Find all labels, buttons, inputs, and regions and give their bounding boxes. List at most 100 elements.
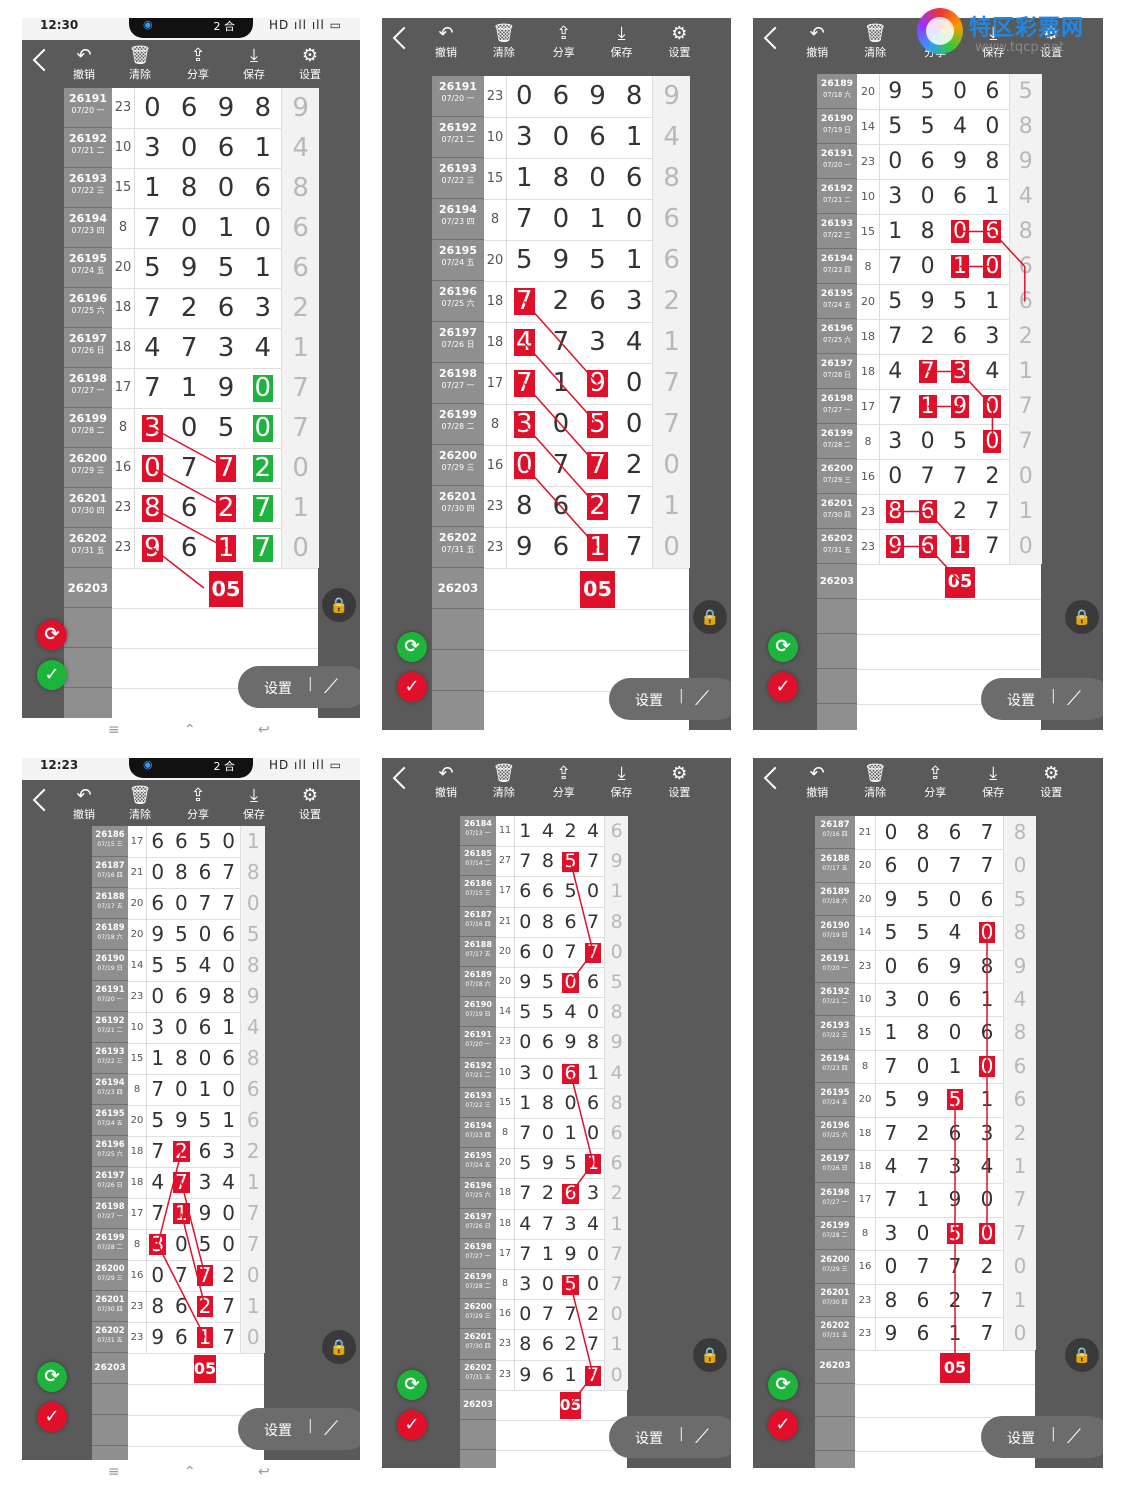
marked-digit[interactable]: 6 <box>983 220 1002 243</box>
last-digit-cell[interactable]: 1 <box>604 1329 628 1360</box>
refresh-button[interactable]: ⟳ <box>397 1370 427 1400</box>
digit-cell[interactable]: 1 <box>170 1198 194 1229</box>
marked-digit[interactable]: 0 <box>983 430 1002 453</box>
digit-cell[interactable]: 5 <box>559 846 582 876</box>
digit-cell[interactable]: 8 <box>537 846 560 876</box>
digit-cell[interactable]: 1 <box>616 117 653 158</box>
digit-cell[interactable]: 6 <box>543 76 580 117</box>
last-digit-cell[interactable]: 0 <box>1003 1317 1036 1351</box>
last-digit-cell[interactable]: 7 <box>1003 1216 1036 1251</box>
digit-cell[interactable]: 0 <box>537 937 560 967</box>
digit-cell[interactable]: 2 <box>616 445 653 486</box>
last-digit-cell[interactable]: 8 <box>652 158 690 199</box>
last-digit-cell[interactable]: 8 <box>604 906 628 937</box>
toolbar-trash-button[interactable]: 🗑 清除 <box>481 24 527 60</box>
last-digit-cell[interactable]: 7 <box>604 1238 628 1269</box>
last-digit-cell[interactable]: 0 <box>240 1322 265 1353</box>
digit-cell[interactable]: 6 <box>907 950 939 983</box>
digit-cell[interactable]: 5 <box>537 997 560 1027</box>
toolbar-save-button[interactable]: ⤓ 保存 <box>599 24 645 60</box>
digit-cell[interactable]: 8 <box>911 214 943 249</box>
digit-cell[interactable]: 7 <box>217 1291 241 1322</box>
digit-cell[interactable]: 1 <box>217 1105 241 1136</box>
marked-digit[interactable]: 1 <box>196 1327 214 1348</box>
draw-mode-button[interactable]: ✓ <box>768 1410 798 1440</box>
digit-cell[interactable]: 0 <box>939 1016 971 1049</box>
digit-cell[interactable]: 3 <box>582 1178 605 1208</box>
digit-cell[interactable]: 0 <box>171 208 208 248</box>
digit-cell[interactable]: 0 <box>514 1299 537 1329</box>
last-digit-cell[interactable]: 1 <box>604 1208 628 1239</box>
digit-cell[interactable]: 0 <box>971 916 1003 949</box>
marked-digit[interactable]: 0 <box>978 922 996 944</box>
refresh-button[interactable]: ⟳ <box>37 620 67 650</box>
digit-cell[interactable]: 7 <box>579 445 616 486</box>
marked-digit[interactable]: 0 <box>983 395 1002 418</box>
last-digit-cell[interactable]: 1 <box>240 1167 265 1198</box>
digit-cell[interactable]: 2 <box>579 486 616 527</box>
digit-cell[interactable]: 0 <box>146 1260 170 1291</box>
digit-cell[interactable]: 0 <box>907 849 939 882</box>
digit-cell[interactable]: 3 <box>616 281 653 322</box>
toolbar-undo-button[interactable]: ↶ 撤销 <box>794 24 840 60</box>
digit-cell[interactable]: 4 <box>193 950 217 981</box>
digit-cell[interactable]: 7 <box>217 1322 241 1353</box>
digit-cell[interactable]: 7 <box>911 354 943 389</box>
digit-cell[interactable]: 9 <box>543 240 580 281</box>
toolbar-trash-button[interactable]: 🗑 清除 <box>852 24 898 60</box>
digit-cell[interactable]: 6 <box>976 214 1008 249</box>
marked-digit[interactable]: 7 <box>196 1265 214 1286</box>
last-digit-cell[interactable]: 7 <box>1008 424 1042 459</box>
digit-cell[interactable]: 9 <box>146 919 170 950</box>
digit-cell[interactable]: 7 <box>208 448 245 488</box>
digit-cell[interactable]: 6 <box>514 876 537 906</box>
toolbar-share-button[interactable]: ⇪分享 <box>541 24 587 60</box>
digit-cell[interactable]: 7 <box>582 1329 605 1359</box>
digit-cell[interactable]: 5 <box>193 1105 217 1136</box>
marked-digit[interactable]: 7 <box>514 287 535 316</box>
toolbar-share-button[interactable]: ⇪分享 <box>912 764 958 800</box>
digit-cell[interactable]: 9 <box>506 527 543 568</box>
digit-cell[interactable]: 7 <box>193 888 217 919</box>
last-digit-cell[interactable]: 8 <box>240 857 265 888</box>
digit-cell[interactable]: 7 <box>875 1050 907 1083</box>
digit-cell[interactable]: 5 <box>559 1269 582 1299</box>
digit-cell[interactable]: 9 <box>134 528 171 568</box>
digit-cell[interactable]: 7 <box>506 281 543 322</box>
digit-cell[interactable]: 8 <box>171 168 208 208</box>
digit-cell[interactable]: 6 <box>944 319 976 354</box>
digit-cell[interactable]: 1 <box>579 527 616 568</box>
digit-cell[interactable]: 0 <box>193 919 217 950</box>
digit-cell[interactable]: 0 <box>582 997 605 1027</box>
digit-cell[interactable]: 8 <box>244 88 281 128</box>
digit-cell[interactable]: 2 <box>217 1260 241 1291</box>
digit-cell[interactable]: 0 <box>559 1088 582 1118</box>
digit-cell[interactable]: 0 <box>514 907 537 937</box>
last-digit-cell[interactable]: 1 <box>652 322 690 363</box>
digit-cell[interactable]: 5 <box>193 1229 217 1260</box>
digit-cell[interactable]: 8 <box>879 494 911 529</box>
digit-cell[interactable]: 4 <box>244 328 281 368</box>
digit-cell[interactable]: 6 <box>907 1317 939 1350</box>
digit-cell[interactable]: 0 <box>170 1074 194 1105</box>
digit-cell[interactable]: 1 <box>971 1083 1003 1116</box>
digit-cell[interactable]: 2 <box>976 459 1008 494</box>
digit-cell[interactable]: 6 <box>543 486 580 527</box>
digit-cell[interactable]: 4 <box>879 354 911 389</box>
digit-cell[interactable]: 6 <box>170 826 194 857</box>
digit-cell[interactable]: 4 <box>939 916 971 949</box>
back-nav-icon[interactable]: ↩ <box>258 722 270 738</box>
digit-cell[interactable]: 5 <box>879 109 911 144</box>
digit-cell[interactable]: 7 <box>171 328 208 368</box>
digit-cell[interactable]: 9 <box>193 1198 217 1229</box>
digit-cell[interactable]: 7 <box>582 846 605 876</box>
digit-cell[interactable]: 9 <box>911 284 943 319</box>
digit-cell[interactable]: 5 <box>879 284 911 319</box>
marked-digit[interactable]: 0 <box>950 220 969 243</box>
digit-cell[interactable]: 7 <box>911 459 943 494</box>
digit-cell[interactable]: 2 <box>559 1329 582 1359</box>
digit-cell[interactable]: 0 <box>559 967 582 997</box>
marked-digit[interactable]: 9 <box>142 534 163 563</box>
last-digit-cell[interactable]: 0 <box>652 445 690 486</box>
toolbar-trash-button[interactable]: 🗑 清除 <box>852 764 898 800</box>
